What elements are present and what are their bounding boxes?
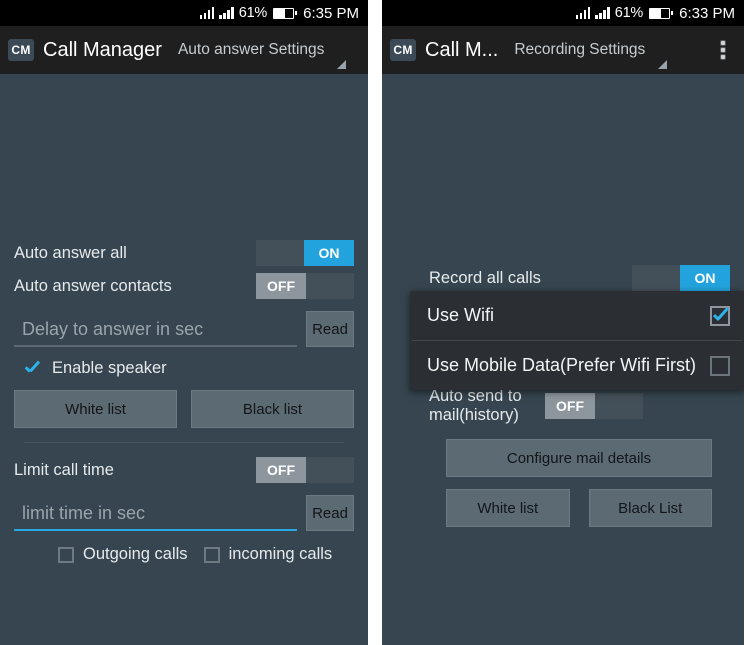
signal-icon-sim2 <box>219 7 234 19</box>
limit-call-time-toggle[interactable]: OFF <box>256 457 354 483</box>
phone-screen-right: 61% 6:33 PM CM Call M... Recording Setti… <box>382 0 744 645</box>
enable-speaker-checkbox-checked-icon[interactable] <box>24 361 43 377</box>
row-call-direction-checkboxes: Outgoing calls incoming calls <box>14 545 354 564</box>
chevron-down-icon <box>658 60 668 69</box>
spinner-label-left: Auto answer Settings <box>177 41 325 58</box>
network-option-dropdown: Use Wifi Use Mobile Data(Prefer Wifi Fir… <box>410 291 744 390</box>
row-auto-answer-all: Auto answer all ON <box>14 238 354 268</box>
battery-percent-label: 61% <box>238 5 268 21</box>
battery-percent-label: 61% <box>614 5 644 21</box>
phone-screen-left: 61% 6:35 PM CM Call Manager Auto answer … <box>0 0 368 645</box>
signal-icon-sim1 <box>199 7 215 19</box>
menu-item-use-wifi[interactable]: Use Wifi <box>410 291 744 340</box>
outgoing-calls-checkbox[interactable] <box>58 546 74 563</box>
overflow-menu-icon[interactable] <box>710 33 736 67</box>
settings-spinner-left[interactable]: Auto answer Settings <box>177 41 350 69</box>
record-all-calls-label: Record all calls <box>429 268 541 287</box>
auto-answer-all-label: Auto answer all <box>14 243 127 262</box>
battery-icon <box>649 7 674 19</box>
auto-send-history-toggle[interactable]: OFF <box>545 393 643 419</box>
app-logo-icon: CM <box>8 39 34 61</box>
auto-send-history-label: Auto send to mail(history) <box>429 387 522 424</box>
limit-time-input-placeholder: limit time in sec <box>22 503 146 523</box>
settings-spinner-right[interactable]: Recording Settings <box>514 41 671 69</box>
chevron-down-icon <box>337 60 347 69</box>
content-left: Auto answer all ON Auto answer contacts … <box>0 238 368 645</box>
auto-answer-contacts-toggle[interactable]: OFF <box>256 273 354 299</box>
row-limit-call-time: Limit call time OFF <box>14 455 354 485</box>
record-all-calls-toggle-state: ON <box>680 265 730 291</box>
signal-icon-sim1 <box>575 7 591 19</box>
record-all-calls-toggle[interactable]: ON <box>632 265 730 291</box>
signal-icon-sim2 <box>595 7 610 19</box>
status-bar-left: 61% 6:35 PM <box>0 0 368 26</box>
menu-item-use-wifi-checkbox[interactable] <box>710 305 730 326</box>
menu-item-use-mobile-data-checkbox[interactable] <box>710 355 730 376</box>
limit-call-time-toggle-state: OFF <box>256 457 306 483</box>
black-list-button-right[interactable]: Black List <box>588 489 712 527</box>
delay-input-underline <box>14 345 297 347</box>
delay-input-placeholder: Delay to answer in sec <box>22 319 204 339</box>
auto-answer-all-toggle-state: ON <box>304 240 354 266</box>
row-delay-field: Delay to answer in sec Read <box>14 311 354 347</box>
menu-item-use-wifi-label: Use Wifi <box>427 305 494 325</box>
app-title-left: Call Manager <box>43 38 162 61</box>
incoming-calls-label: incoming calls <box>228 545 333 563</box>
row-auto-answer-contacts: Auto answer contacts OFF <box>14 271 354 301</box>
spinner-label-right: Recording Settings <box>514 41 646 58</box>
status-bar-right: 61% 6:33 PM <box>382 0 744 26</box>
row-configure-mail: Configure mail details <box>396 439 730 477</box>
limit-read-button[interactable]: Read <box>306 495 354 531</box>
incoming-calls-checkbox[interactable] <box>203 546 220 563</box>
app-title-right: Call M... <box>425 38 499 61</box>
row-enable-speaker[interactable]: Enable speaker <box>14 359 354 378</box>
limit-time-input-wrapper[interactable]: limit time in sec <box>14 501 297 531</box>
menu-item-use-mobile-data[interactable]: Use Mobile Data(Prefer Wifi First) <box>410 341 744 390</box>
auto-answer-all-toggle[interactable]: ON <box>256 240 354 266</box>
outgoing-calls-label: Outgoing calls <box>83 545 188 563</box>
limit-call-time-label: Limit call time <box>14 460 114 479</box>
delay-read-button[interactable]: Read <box>306 311 354 347</box>
clock-label: 6:33 PM <box>679 4 735 22</box>
auto-send-history-toggle-state: OFF <box>545 393 595 419</box>
row-auto-send-history: Auto send to mail(history) OFF <box>396 387 730 425</box>
limit-time-input-underline <box>14 529 297 531</box>
delay-input-wrapper[interactable]: Delay to answer in sec <box>14 317 297 347</box>
configure-mail-details-button[interactable]: Configure mail details <box>446 439 712 477</box>
row-list-buttons-right: White list Black List <box>396 489 730 527</box>
row-record-all-calls: Record all calls ON <box>396 265 730 291</box>
black-list-button-left[interactable]: Black list <box>191 390 354 428</box>
section-divider <box>24 442 344 443</box>
app-logo-icon: CM <box>390 39 416 61</box>
action-bar-right: CM Call M... Recording Settings <box>382 26 744 74</box>
content-right: Use Wifi Use Mobile Data(Prefer Wifi Fir… <box>382 265 744 645</box>
white-list-button-right[interactable]: White list <box>446 489 570 527</box>
battery-icon <box>273 7 298 19</box>
auto-answer-contacts-toggle-state: OFF <box>256 273 306 299</box>
enable-speaker-label: Enable speaker <box>52 359 167 377</box>
white-list-button-left[interactable]: White list <box>14 390 177 428</box>
clock-label: 6:35 PM <box>303 4 359 22</box>
row-limit-field: limit time in sec Read <box>14 495 354 531</box>
auto-answer-contacts-label: Auto answer contacts <box>14 276 172 295</box>
row-list-buttons-left: White list Black list <box>14 390 354 428</box>
action-bar-left: CM Call Manager Auto answer Settings <box>0 26 368 74</box>
screenshot-stage: 61% 6:35 PM CM Call Manager Auto answer … <box>0 0 750 645</box>
menu-item-use-mobile-data-label: Use Mobile Data(Prefer Wifi First) <box>427 355 697 375</box>
